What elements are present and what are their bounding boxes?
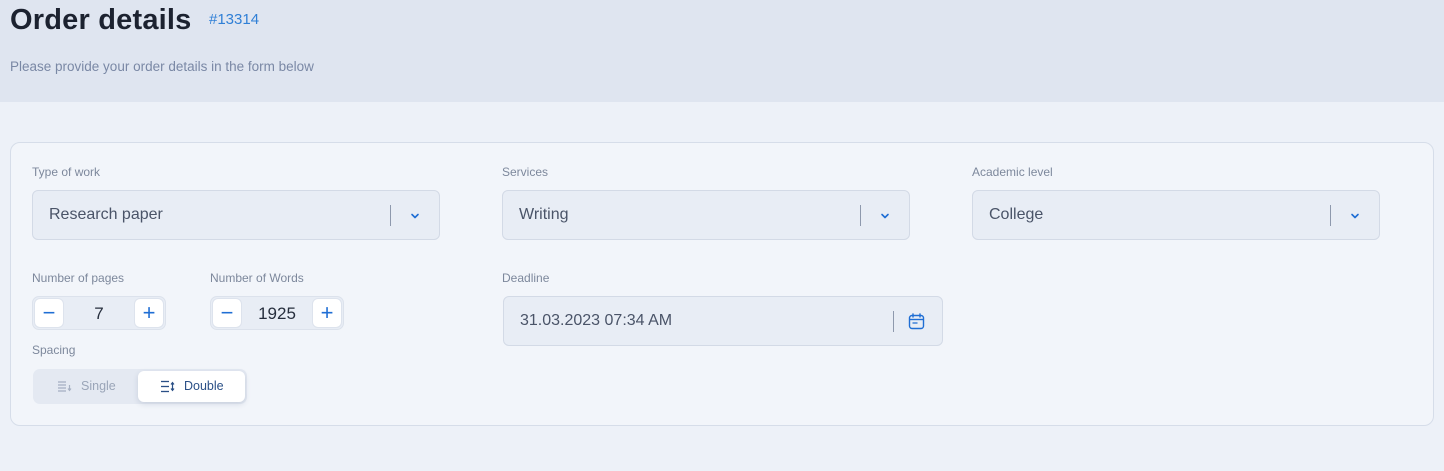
type-of-work-select[interactable]: Research paper [32, 190, 440, 240]
spacing-toggle: Single Double [33, 369, 247, 404]
words-value[interactable]: 1925 [243, 304, 311, 324]
deadline-input[interactable]: 31.03.2023 07:34 AM [503, 296, 943, 346]
double-spacing-icon [161, 380, 175, 393]
services-select[interactable]: Writing [502, 190, 910, 240]
page-subtitle: Please provide your order details in the… [10, 59, 314, 74]
page-header: Order details #13314 Please provide your… [0, 0, 1444, 102]
words-stepper: − 1925 + [210, 296, 344, 330]
spacing-double-option[interactable]: Double [138, 371, 245, 402]
pages-value[interactable]: 7 [65, 304, 133, 324]
pages-decrement-button[interactable]: − [34, 298, 64, 328]
academic-level-value: College [989, 206, 1044, 223]
deadline-label: Deadline [502, 271, 550, 285]
academic-level-select[interactable]: College [972, 190, 1380, 240]
words-label: Number of Words [210, 271, 304, 285]
deadline-value: 31.03.2023 07:34 AM [520, 312, 673, 329]
type-of-work-label: Type of work [32, 165, 101, 179]
select-divider [390, 205, 391, 226]
spacing-single-label: Single [81, 379, 116, 393]
services-value: Writing [519, 206, 569, 223]
type-of-work-value: Research paper [49, 206, 163, 223]
chevron-down-icon[interactable] [1349, 210, 1361, 222]
spacing-single-option[interactable]: Single [35, 371, 135, 402]
deadline-divider [893, 311, 894, 332]
spacing-label: Spacing [32, 343, 76, 357]
select-divider [860, 205, 861, 226]
words-decrement-button[interactable]: − [212, 298, 242, 328]
single-spacing-icon [58, 381, 72, 392]
academic-level-label: Academic level [972, 165, 1053, 179]
pages-stepper: − 7 + [32, 296, 166, 330]
select-divider [1330, 205, 1331, 226]
pages-label: Number of pages [32, 271, 125, 285]
order-form-card: Type of work Research paper Services Wri… [10, 142, 1434, 426]
pages-increment-button[interactable]: + [134, 298, 164, 328]
chevron-down-icon[interactable] [409, 210, 421, 222]
services-label: Services [502, 165, 549, 179]
spacing-double-label: Double [184, 379, 224, 393]
order-number: #13314 [209, 11, 260, 28]
page-title: Order details [10, 4, 192, 36]
chevron-down-icon[interactable] [879, 210, 891, 222]
calendar-icon[interactable] [908, 313, 925, 330]
words-increment-button[interactable]: + [312, 298, 342, 328]
